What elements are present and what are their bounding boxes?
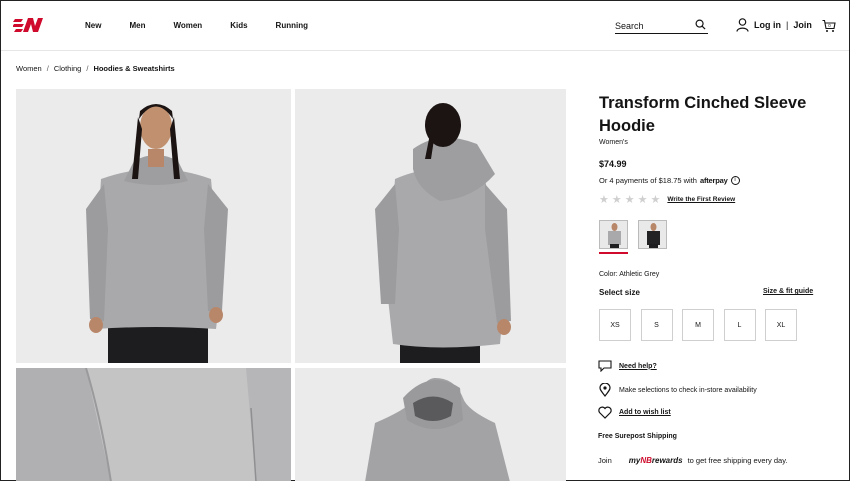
- afterpay-logo: afterpay: [699, 176, 728, 185]
- star-icon: ★: [611, 194, 622, 206]
- new-balance-logo[interactable]: [13, 16, 47, 34]
- breadcrumb: Women / Clothing / Hoodies & Sweatshirts: [16, 64, 175, 73]
- nav-running[interactable]: Running: [276, 21, 308, 30]
- select-size-heading: Select size: [599, 288, 640, 297]
- user-icon[interactable]: [736, 18, 749, 32]
- breadcrumb-current[interactable]: Hoodies & Sweatshirts: [93, 64, 174, 73]
- rewards-my-text: my: [628, 456, 641, 465]
- color-swatch-black[interactable]: [638, 220, 667, 249]
- svg-text:0: 0: [828, 23, 831, 28]
- nav-kids[interactable]: Kids: [230, 21, 247, 30]
- swatch-selected-indicator: [599, 252, 628, 254]
- breadcrumb-women[interactable]: Women: [16, 64, 42, 73]
- color-swatch-athletic-grey[interactable]: [599, 220, 628, 249]
- afterpay-text: Or 4 payments of $18.75 with: [599, 176, 697, 185]
- size-button-xl[interactable]: XL: [765, 309, 797, 341]
- search-placeholder: Search: [615, 21, 644, 31]
- product-image-detail[interactable]: [16, 368, 291, 481]
- breadcrumb-separator: /: [86, 64, 89, 73]
- product-image-back[interactable]: [295, 89, 566, 363]
- rewards-word: rewards: [651, 456, 683, 465]
- rating-stars: ★ ★ ★ ★ ★ Write the First Review: [599, 193, 735, 206]
- nav-men[interactable]: Men: [129, 21, 145, 30]
- product-price: $74.99: [599, 159, 627, 169]
- size-guide-link[interactable]: Size & fit guide: [763, 288, 813, 295]
- rewards-banner: Join my NB rewards to get free shipping …: [598, 456, 788, 465]
- account-separator: |: [786, 20, 789, 30]
- info-icon[interactable]: i: [730, 176, 740, 185]
- need-help-row: Need help?: [598, 360, 657, 372]
- star-icon: ★: [650, 194, 661, 206]
- product-title: Transform Cinched Sleeve Hoodie: [599, 94, 807, 135]
- join-link[interactable]: Join: [793, 20, 812, 30]
- breadcrumb-clothing[interactable]: Clothing: [54, 64, 82, 73]
- chat-icon: [598, 360, 612, 372]
- size-button-xs[interactable]: XS: [599, 309, 631, 341]
- store-availability-text: Make selections to check in-store availa…: [619, 386, 757, 394]
- star-icon: ★: [624, 194, 635, 206]
- search-input[interactable]: Search: [615, 19, 708, 34]
- product-gender: Women's: [599, 139, 628, 146]
- rewards-suffix-text: to get free shipping every day.: [687, 456, 788, 465]
- size-options: XS S M L XL: [599, 309, 807, 341]
- need-help-link[interactable]: Need help?: [619, 363, 657, 370]
- location-pin-icon: [599, 383, 611, 397]
- size-button-l[interactable]: L: [723, 309, 756, 341]
- size-button-m[interactable]: M: [682, 309, 714, 341]
- wishlist-row: Add to wish list: [598, 406, 671, 419]
- account-links: Log in | Join: [736, 18, 812, 32]
- product-image-front[interactable]: [16, 89, 291, 363]
- nav-women[interactable]: Women: [173, 21, 202, 30]
- selected-color-label: Color: Athletic Grey: [599, 271, 660, 278]
- search-icon[interactable]: [695, 19, 706, 30]
- rewards-join-text: Join: [598, 456, 612, 465]
- cart-icon[interactable]: 0: [822, 19, 836, 33]
- breadcrumb-separator: /: [46, 64, 49, 73]
- site-header: New Men Women Kids Running Search Log in…: [1, 1, 849, 51]
- store-availability-row: Make selections to check in-store availa…: [598, 383, 757, 397]
- free-shipping-text: Free Surepost Shipping: [598, 433, 677, 440]
- product-image-flat[interactable]: [295, 368, 566, 481]
- nb-rewards-logo: NB: [640, 456, 652, 465]
- afterpay-message: Or 4 payments of $18.75 with afterpay i: [599, 176, 740, 185]
- write-review-link[interactable]: Write the First Review: [667, 196, 735, 203]
- star-icon: ★: [599, 194, 609, 206]
- main-nav: New Men Women Kids Running: [85, 21, 336, 30]
- heart-icon[interactable]: [598, 406, 612, 419]
- login-link[interactable]: Log in: [754, 20, 781, 30]
- nav-new[interactable]: New: [85, 21, 101, 30]
- size-button-s[interactable]: S: [640, 309, 673, 341]
- star-icon: ★: [637, 194, 648, 206]
- add-to-wishlist-link[interactable]: Add to wish list: [619, 409, 671, 416]
